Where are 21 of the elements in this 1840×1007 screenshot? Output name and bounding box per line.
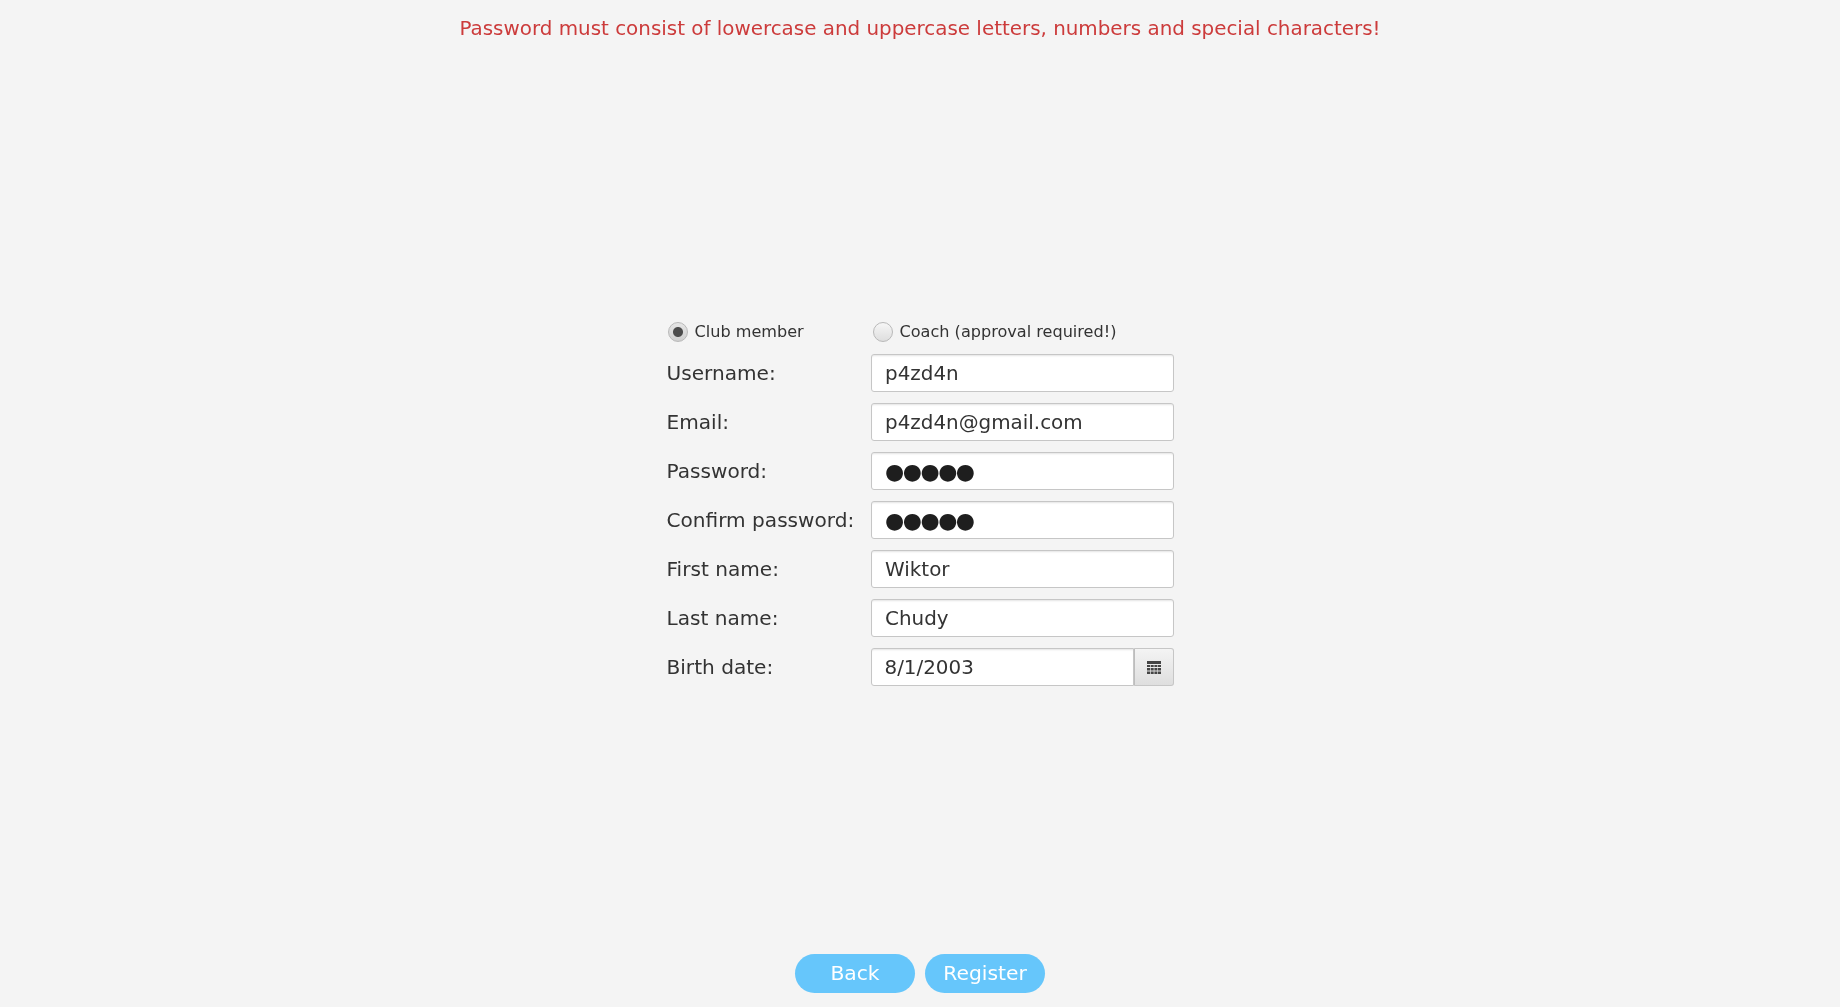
field-label: Confirm password: (666, 506, 856, 534)
text-field[interactable]: p4zd4n (871, 354, 1174, 392)
date-field[interactable]: 8/1/2003 (870, 648, 1134, 686)
field-label: Last name: (666, 604, 780, 632)
radio-label[interactable]: Coach (approval required!) (899, 319, 1117, 345)
password-field[interactable]: ●●●●● (871, 501, 1174, 539)
field-label: Email: (666, 408, 731, 436)
field-label: First name: (666, 555, 780, 583)
radio-button[interactable] (667, 322, 688, 342)
text-field[interactable]: p4zd4n@gmail.com (871, 403, 1174, 441)
field-label: Password: (666, 457, 769, 485)
text-field[interactable]: Chudy (871, 599, 1174, 637)
field-label: Birth date: (666, 653, 775, 681)
field-label: Username: (666, 359, 777, 387)
error-message: Password must consist of lowercase and uppercase letters, numbers and special characters! (459, 16, 1381, 42)
password-field[interactable]: ●●●●● (871, 452, 1174, 490)
radio-button[interactable] (872, 322, 893, 342)
calendar-icon (1146, 660, 1161, 674)
text-field[interactable]: Wiktor (871, 550, 1174, 588)
radio-label[interactable]: Club member (694, 319, 804, 345)
calendar-button[interactable] (1133, 648, 1174, 686)
